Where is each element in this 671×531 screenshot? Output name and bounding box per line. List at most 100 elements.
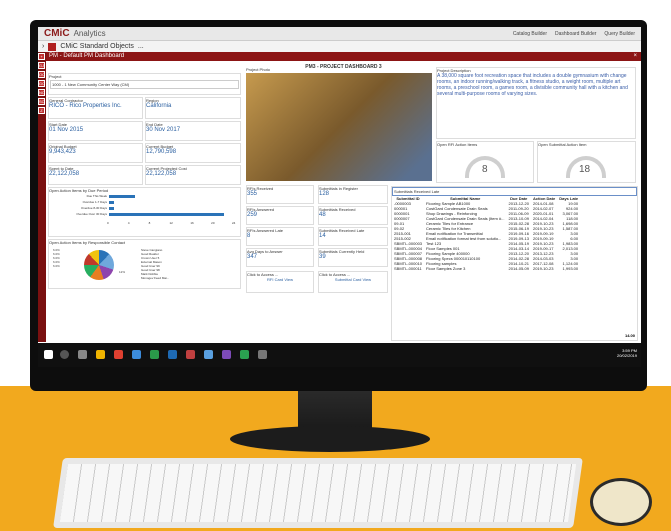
description-text: A 38,000 square foot recreation space th… <box>437 73 628 97</box>
dashboard-builder-button[interactable]: Dashboard Builder <box>555 31 596 37</box>
table-cell: 2019-10-23 <box>532 266 554 271</box>
axis-tick-label: 24 <box>232 221 236 225</box>
rfi-gauge-label: Open RFI Action Items <box>437 142 478 147</box>
nav-item-gj[interactable]: GJ <box>38 62 45 69</box>
browser-icon[interactable] <box>132 350 141 359</box>
project-select[interactable]: 1000 - 1 New Community Center Way (CM) <box>50 80 239 89</box>
kpi-card: Submittals Currently Held 39 <box>318 248 388 267</box>
task-view-icon[interactable] <box>78 350 87 359</box>
orig-budget-value: 9,943,423 <box>49 149 76 155</box>
bar-category-label: Due This Week <box>86 194 107 198</box>
cur-budget-value: 12,790,598 <box>146 149 177 155</box>
kpi-value: 39 <box>319 254 326 260</box>
nav-item-no[interactable]: NO <box>38 89 45 96</box>
mouse <box>590 478 652 526</box>
nav-item-z[interactable]: Z <box>38 107 45 114</box>
dashboard-panel-title: PM - Default PM Dashboard <box>49 53 125 59</box>
kpi-value: 347 <box>247 254 258 260</box>
table-row[interactable]: SBMTL-000011 Floor Samples Zone 3 2014-05-… <box>392 266 580 271</box>
kpi-value: 48 <box>319 212 326 218</box>
project-label: Project <box>49 74 62 79</box>
kpi-card: RFIs Received 355 <box>246 185 314 204</box>
catalog-builder-button[interactable]: Catalog Builder <box>513 31 547 37</box>
teams-icon[interactable] <box>222 350 231 359</box>
table-cell: 2014-05-09 <box>508 266 529 271</box>
region-value: California <box>146 103 172 109</box>
clock: 3:59 PM 20/02/2019 <box>617 348 637 358</box>
kpi-value: 128 <box>319 191 330 197</box>
kpi-card: Avg Days to Answer 347 <box>246 248 314 267</box>
region-card: Region California <box>145 97 241 119</box>
start-value: 01 Nov 2015 <box>49 127 84 133</box>
keyboard <box>53 458 583 528</box>
axis-tick-label: 20 <box>211 221 215 225</box>
axis-tick-label: 16 <box>190 221 194 225</box>
kpi-card: Submittals in Register 128 <box>318 185 388 204</box>
spotify-icon[interactable] <box>240 350 249 359</box>
nav-item-so[interactable]: SO <box>38 98 45 105</box>
end-card: End Date 30 Nov 2017 <box>145 121 241 141</box>
kpi-value: 355 <box>247 191 258 197</box>
axis-tick-label: 8 <box>148 221 151 225</box>
excel-icon[interactable] <box>150 350 159 359</box>
table-cell: SBMTL-000011 <box>394 266 422 271</box>
kpi-value: 8 <box>247 233 251 239</box>
axis-tick-label: 0 <box>107 221 109 225</box>
nav-item-gc[interactable]: GC <box>38 80 45 87</box>
clock-date: 20/02/2019 <box>616 353 637 358</box>
dashboard-title-bar: PM - Default PM Dashboard × <box>46 52 641 61</box>
kpi-value: 259 <box>247 212 258 218</box>
settings-icon[interactable] <box>258 350 267 359</box>
rfi-access-card: Click to Access ... RFI Card View <box>246 271 314 293</box>
word-icon[interactable] <box>168 350 177 359</box>
outlook-icon[interactable] <box>204 350 213 359</box>
kpi-card: RFIs Answered Late 8 <box>246 227 314 246</box>
proj-cost-value: 22,122,058 <box>146 171 177 177</box>
bar <box>109 213 224 216</box>
search-icon[interactable] <box>60 350 69 359</box>
contact-chart-title: Open Action Items by Responsible Contact <box>49 240 126 245</box>
chevron-right-icon[interactable]: › <box>42 43 44 50</box>
pie-chart <box>84 250 114 280</box>
table-cell: 1,993.00 <box>562 266 579 271</box>
bar <box>109 195 136 198</box>
submittal-card-view-link[interactable]: Submittal Card View <box>319 277 387 282</box>
close-icon[interactable]: × <box>633 52 637 61</box>
description-card: Project Description A 38,000 square foot… <box>436 67 636 139</box>
objects-icon <box>48 42 57 51</box>
rfi-gauge-value: 8 <box>482 164 488 175</box>
bar <box>109 201 115 204</box>
monitor-stand-base <box>230 426 430 452</box>
orig-budget-card: Original Budget 9,943,423 <box>48 143 143 163</box>
objects-title: CMiC Standard Objects <box>60 43 134 50</box>
sub-gauge-value: 18 <box>579 164 591 175</box>
keyboard-keys <box>59 464 577 522</box>
monitor-stand-neck <box>298 391 372 431</box>
query-builder-button[interactable]: Query Builder <box>604 31 635 37</box>
bar-category-label: Overdue Over 30 Days <box>76 212 107 216</box>
pie-pct-label: 6.0% <box>53 264 60 268</box>
end-value: 30 Nov 2017 <box>146 127 181 133</box>
powerpoint-icon[interactable] <box>186 350 195 359</box>
late-table-title: Submittals Received Late <box>392 187 637 196</box>
nav-item-add[interactable]: + <box>38 53 45 60</box>
submittal-access-card: Click to Access ... Submittal Card View <box>318 271 388 293</box>
bar-category-label: Overdue 1-7 Days <box>82 200 107 204</box>
project-card: Project 1000 - 1 New Community Center Wa… <box>48 73 241 95</box>
kpi-value: 14 <box>319 233 326 239</box>
taskbar: 3:59 PM 20/02/2019 <box>38 343 641 367</box>
windows-start-icon[interactable] <box>44 350 53 359</box>
axis-tick-label: 4 <box>127 221 130 225</box>
folder-icon[interactable] <box>96 350 105 359</box>
app-icon[interactable] <box>114 350 123 359</box>
more-options-icon[interactable]: ... <box>138 43 144 50</box>
nav-item-oc[interactable]: OC <box>38 71 45 78</box>
spent-card: Spent to Date 22,122,058 <box>48 165 143 185</box>
contact-chart: Open Action Items by Responsible Contact… <box>48 239 241 289</box>
legend-item: Monogev Feed Mai... <box>141 276 170 280</box>
sub-gauge-card: Open Submittal Action Item 18 <box>537 141 636 183</box>
due-period-chart: Open Action Items by Due Period Due This… <box>48 187 241 237</box>
rfi-card-view-link[interactable]: RFI Card View <box>247 277 313 282</box>
bar-category-label: Overdue 8-30 Days <box>80 206 107 210</box>
screen: CMiC Analytics Catalog Builder Dashboard… <box>38 27 641 367</box>
